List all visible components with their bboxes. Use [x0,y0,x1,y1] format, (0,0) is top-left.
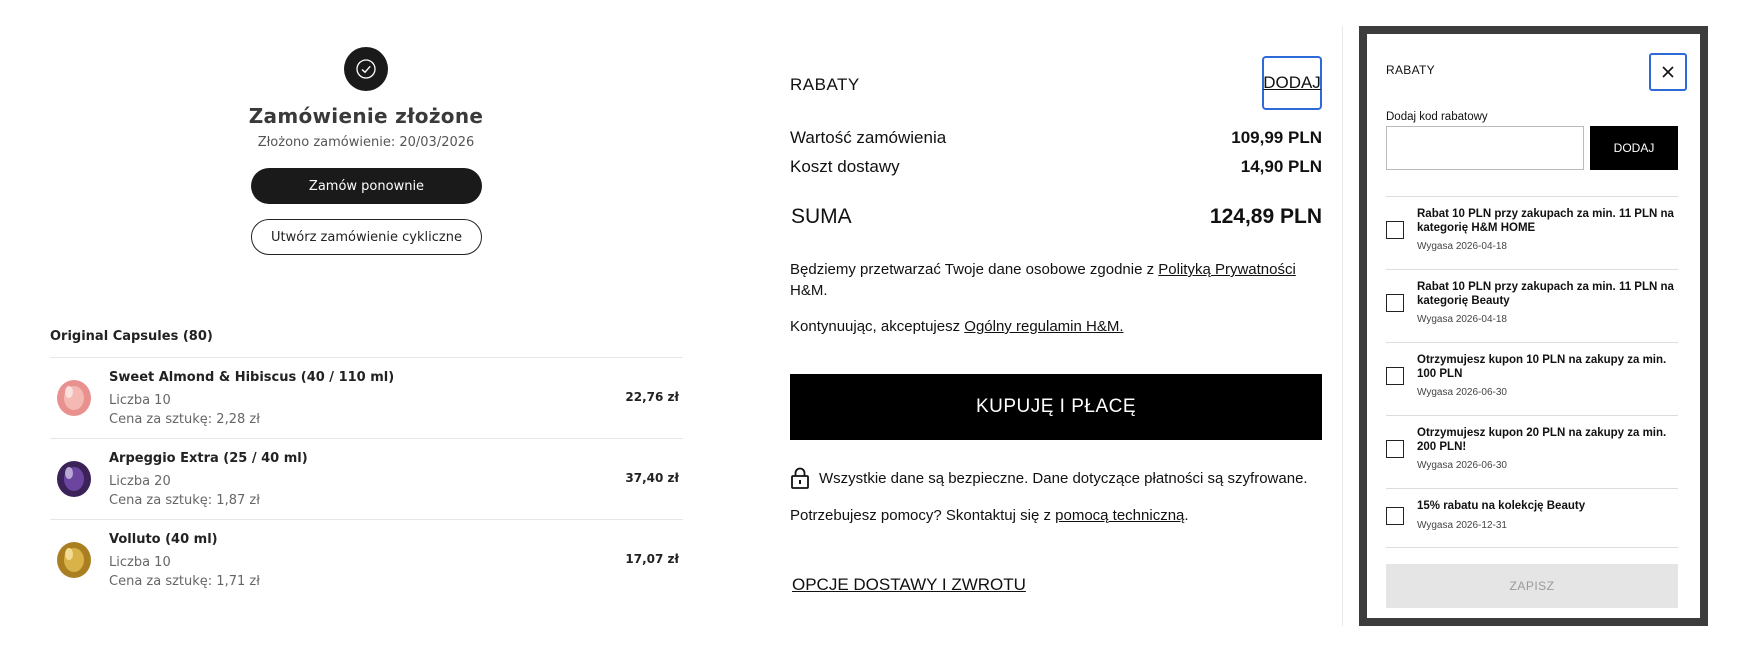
order-value-row: Wartość zamówienia 109,99 PLN [790,128,1322,148]
order-title: Zamówienie złożone [248,104,484,128]
capsules-list: Sweet Almond & Hibiscus (40 / 110 ml) Li… [50,357,683,600]
help-suffix: . [1184,507,1189,524]
privacy-policy-link[interactable]: Polityką Prywatności [1158,261,1296,278]
coupon-expiry: Wygasa 2026-06-30 [1417,387,1507,398]
privacy-notice: Będziemy przetwarzać Twoje dane osobowe … [790,259,1330,301]
capsule-quantity: Liczba 20 [109,474,171,489]
coupon-checkbox[interactable] [1386,294,1404,312]
coupon-expiry: Wygasa 2026-06-30 [1417,460,1507,471]
privacy-suffix: H&M. [790,282,828,299]
coupon-description: 15% rabatu na kolekcję Beauty [1417,500,1586,512]
capsule-price: 37,40 zł [625,471,679,485]
capsule-name: Volluto (40 ml) [109,532,218,547]
capsule-image [57,542,91,578]
coupon-item[interactable]: Otrzymujesz kupon 20 PLN na zakupy za mi… [1386,415,1678,488]
coupon-item[interactable]: Otrzymujesz kupon 10 PLN na zakupy za mi… [1386,342,1678,415]
list-item: Sweet Almond & Hibiscus (40 / 110 ml) Li… [50,357,683,438]
coupon-checkbox[interactable] [1386,440,1404,458]
buy-and-pay-button[interactable]: KUPUJĘ I PŁACĘ [790,374,1322,440]
close-icon [1662,66,1674,78]
capsule-image [57,380,91,416]
coupon-description: Rabat 10 PLN przy zakupach za min. 11 PL… [1417,281,1674,307]
capsule-name: Arpeggio Extra (25 / 40 ml) [109,451,308,466]
capsule-unit-price: Cena za sztukę: 1,71 zł [109,574,260,589]
shipping-label: Koszt dostawy [790,157,900,176]
modal-title: RABATY [1386,63,1435,77]
shipping-row: Koszt dostawy 14,90 PLN [790,157,1322,177]
reorder-button[interactable]: Zamów ponownie [251,168,482,204]
terms-link[interactable]: Ogólny regulamin H&M. [964,318,1123,335]
order-confirmation-panel: Zamówienie złożone Złożono zamówienie: 2… [0,0,720,660]
capsule-unit-price: Cena za sztukę: 1,87 zł [109,493,260,508]
terms-notice: Kontynuując, akceptujesz Ogólny regulami… [790,318,1124,335]
capsule-price: 22,76 zł [625,390,679,404]
capsule-unit-price: Cena za sztukę: 2,28 zł [109,412,260,427]
close-button[interactable] [1649,53,1687,91]
security-text: Wszystkie dane są bezpieczne. Dane dotyc… [819,469,1308,487]
total-value: 124,89 PLN [1209,205,1322,228]
discount-code-input[interactable] [1386,126,1584,170]
discount-modal: RABATY Dodaj kod rabatowy DODAJ Rabat 10… [1367,34,1700,618]
capsule-image [57,461,91,497]
security-notice: Wszystkie dane są bezpieczne. Dane dotyc… [790,467,1308,489]
capsules-heading: Original Capsules (80) [50,329,213,344]
total-label: SUMA [791,205,852,228]
list-item: Volluto (40 ml) Liczba 10 Cena za sztukę… [50,519,683,600]
coupon-expiry: Wygasa 2026-04-18 [1417,314,1507,325]
coupon-item[interactable]: 15% rabatu na kolekcję Beauty Wygasa 202… [1386,488,1678,548]
coupon-item[interactable]: Rabat 10 PLN przy zakupach za min. 11 PL… [1386,269,1678,342]
shipping-value: 14,90 PLN [1240,157,1322,176]
order-value: 109,99 PLN [1231,128,1322,147]
lock-icon [791,467,809,489]
order-date: Złożono zamówienie: 20/03/2026 [257,135,475,150]
coupon-checkbox[interactable] [1386,221,1404,239]
coupon-expiry: Wygasa 2026-12-31 [1417,520,1507,531]
privacy-text: Będziemy przetwarzać Twoje dane osobowe … [790,261,1159,278]
discount-code-label: Dodaj kod rabatowy [1386,111,1488,123]
order-value-label: Wartość zamówienia [790,128,947,147]
total-row: SUMA 124,89 PLN [791,205,1322,229]
list-item: Arpeggio Extra (25 / 40 ml) Liczba 20 Ce… [50,438,683,519]
create-cyclic-order-button[interactable]: Utwórz zamówienie cykliczne [251,219,482,255]
order-success-icon [344,47,388,91]
coupon-checkbox[interactable] [1386,367,1404,385]
tech-support-link[interactable]: pomocą techniczną [1055,507,1184,524]
capsule-name: Sweet Almond & Hibiscus (40 / 110 ml) [109,370,395,385]
help-text: Potrzebujesz pomocy? Skontaktuj się z [790,507,1056,524]
coupon-description: Otrzymujesz kupon 10 PLN na zakupy za mi… [1417,354,1667,380]
help-notice: Potrzebujesz pomocy? Skontaktuj się z po… [790,507,1189,524]
coupon-checkbox[interactable] [1386,507,1404,525]
delivery-returns-link[interactable]: OPCJE DOSTAWY I ZWROTU [792,575,1026,595]
capsule-price: 17,07 zł [625,552,679,566]
panel-divider [1342,26,1343,626]
capsule-quantity: Liczba 10 [109,393,171,408]
terms-text: Kontynuując, akceptujesz [790,318,965,335]
capsule-quantity: Liczba 10 [109,555,171,570]
apply-code-button[interactable]: DODAJ [1590,126,1678,170]
coupon-item[interactable]: Rabat 10 PLN przy zakupach za min. 11 PL… [1386,196,1678,269]
save-button: ZAPISZ [1386,564,1678,608]
add-discount-link[interactable]: DODAJ [1262,56,1322,110]
coupon-description: Rabat 10 PLN przy zakupach za min. 11 PL… [1417,208,1674,234]
coupon-description: Otrzymujesz kupon 20 PLN na zakupy za mi… [1417,427,1667,453]
coupon-list: Rabat 10 PLN przy zakupach za min. 11 PL… [1386,196,1678,548]
discounts-label: RABATY [790,75,860,94]
coupon-expiry: Wygasa 2026-04-18 [1417,241,1507,252]
